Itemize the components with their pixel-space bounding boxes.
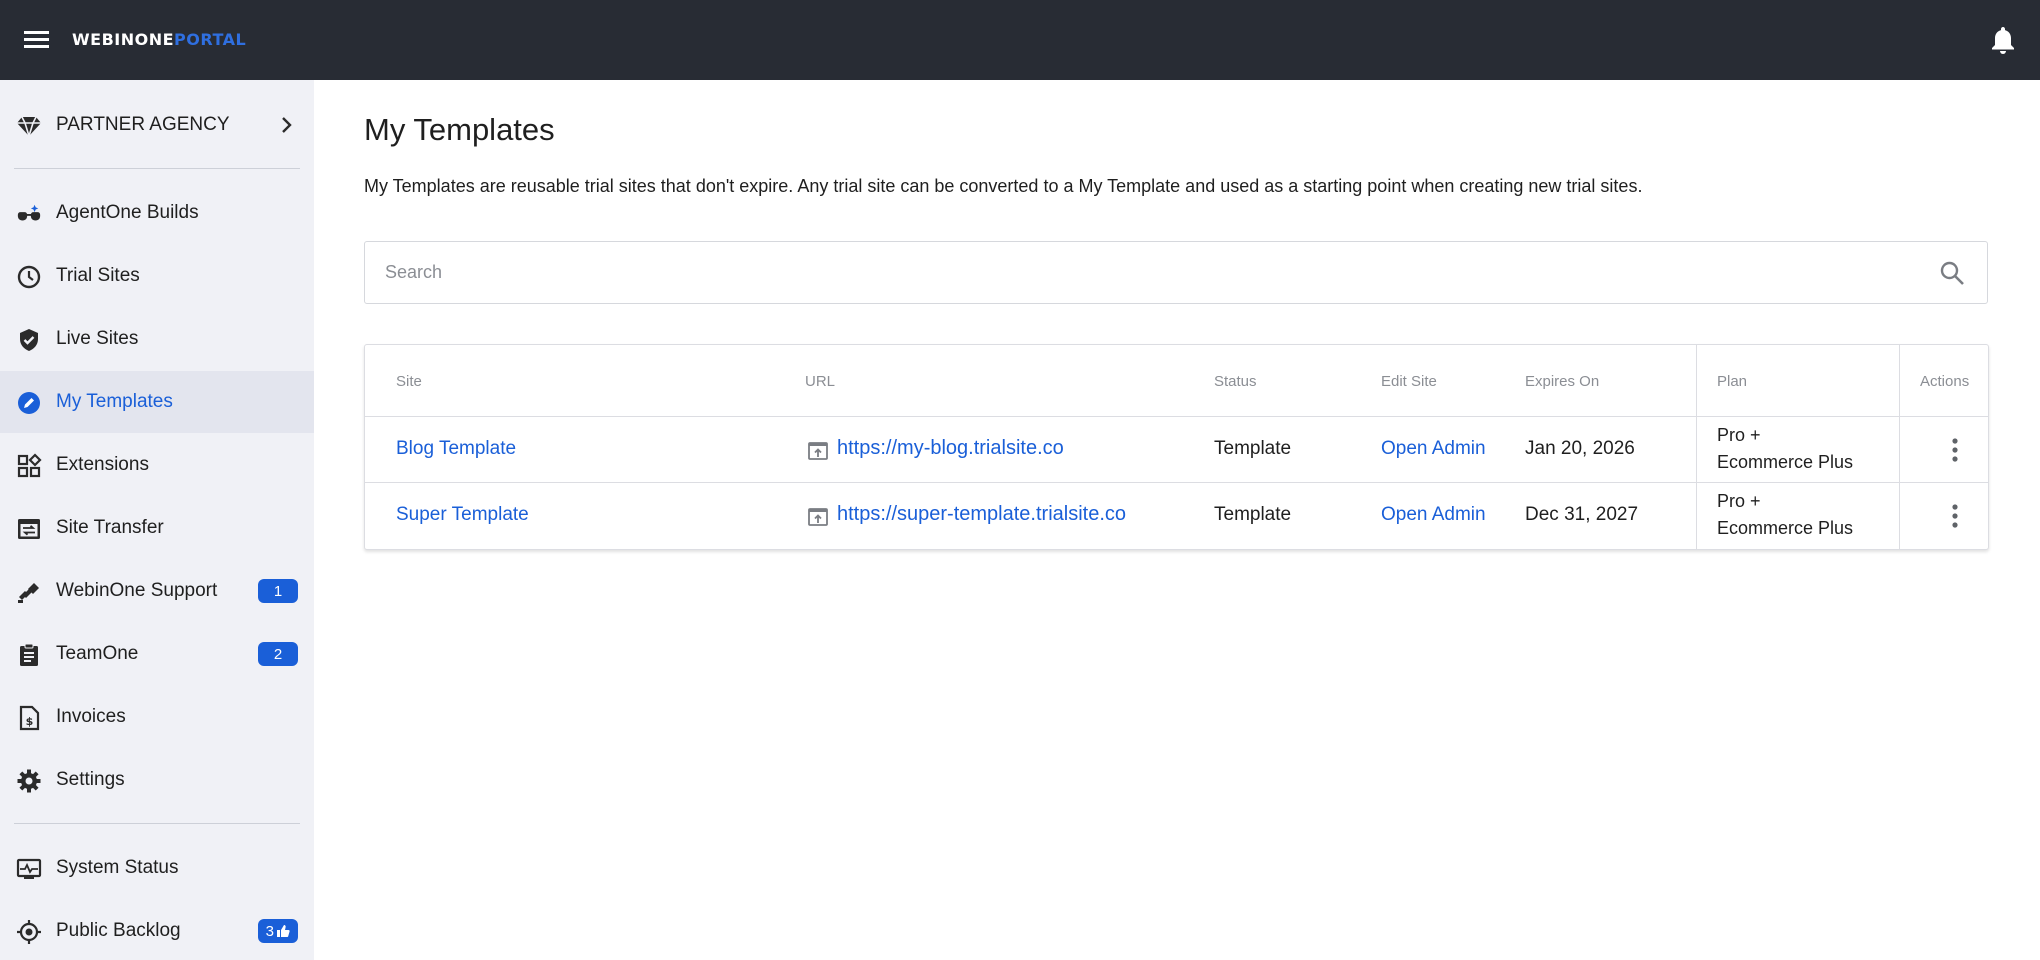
site-name-link[interactable]: Super Template: [396, 504, 529, 526]
column-header-url[interactable]: URL: [805, 373, 835, 390]
sidebar-item-my-templates[interactable]: My Templates: [0, 371, 314, 433]
agent-glasses-icon: [16, 201, 42, 227]
account-switcher[interactable]: PARTNER AGENCY: [0, 94, 314, 156]
hamburger-menu-icon[interactable]: [20, 25, 54, 55]
pencil-circle-icon: [16, 390, 42, 416]
status-value: Template: [1214, 438, 1292, 459]
expires-on-value: Dec 31, 2027: [1525, 504, 1639, 525]
column-header-edit-site[interactable]: Edit Site: [1381, 373, 1437, 390]
support-count-badge: 1: [258, 579, 298, 603]
main-content: My Templates My Templates are reusable t…: [314, 80, 2040, 960]
open-in-new-window-icon[interactable]: [807, 440, 829, 462]
open-admin-link[interactable]: Open Admin: [1381, 438, 1486, 460]
diamond-icon: [16, 113, 42, 139]
sidebar-item-agentone-builds[interactable]: AgentOne Builds: [0, 182, 314, 244]
expires-on-value: Jan 20, 2026: [1525, 438, 1635, 459]
sidebar-item-invoices[interactable]: $ Invoices: [0, 686, 314, 748]
column-divider: [1696, 345, 1697, 549]
header-divider: [365, 416, 1988, 417]
column-header-actions: Actions: [1920, 373, 1970, 390]
row-divider: [365, 482, 1988, 483]
gear-icon: [16, 768, 42, 794]
backlog-count-badge: 3: [257, 919, 298, 943]
search-input[interactable]: [385, 242, 1905, 303]
column-header-plan[interactable]: Plan: [1717, 373, 1747, 390]
target-icon: [16, 919, 42, 945]
top-bar: WEBINONEPORTAL: [0, 0, 2040, 80]
site-url-link[interactable]: https://super-template.trialsite.co: [837, 503, 1126, 526]
clipboard-icon: [16, 642, 42, 668]
sidebar-item-site-transfer[interactable]: Site Transfer: [0, 497, 314, 559]
search-icon[interactable]: [1939, 260, 1965, 286]
brand-logo[interactable]: WEBINONEPORTAL: [72, 30, 246, 49]
chevron-right-icon: [282, 117, 292, 133]
column-header-expires-on[interactable]: Expires On: [1525, 373, 1599, 390]
widgets-icon: [16, 453, 42, 479]
search-box: [364, 241, 1988, 304]
sidebar-item-public-backlog[interactable]: Public Backlog 3: [0, 900, 314, 960]
sidebar-divider: [14, 823, 300, 824]
ticket-icon: [16, 579, 42, 605]
status-value: Template: [1214, 504, 1292, 525]
sidebar-item-teamone[interactable]: TeamOne 2: [0, 623, 314, 685]
svg-text:$: $: [26, 715, 34, 728]
account-name: PARTNER AGENCY: [56, 114, 230, 135]
column-header-status[interactable]: Status: [1214, 373, 1257, 390]
plan-value: Pro + Ecommerce Plus: [1717, 491, 1854, 538]
sidebar-divider: [14, 168, 300, 169]
sidebar-item-settings[interactable]: Settings: [0, 749, 314, 811]
site-url-link[interactable]: https://my-blog.trialsite.co: [837, 437, 1064, 460]
invoice-icon: $: [16, 705, 42, 731]
column-divider: [1899, 345, 1900, 549]
more-actions-icon[interactable]: [1943, 501, 1967, 531]
thumbs-up-icon: [277, 925, 290, 937]
sidebar: PARTNER AGENCY AgentOne Builds Trial Sit…: [0, 80, 314, 960]
clock-icon: [16, 264, 42, 290]
site-name-link[interactable]: Blog Template: [396, 438, 516, 460]
page-description: My Templates are reusable trial sites th…: [364, 176, 1643, 196]
page-title: My Templates: [364, 112, 555, 147]
monitor-pulse-icon: [16, 856, 42, 882]
shield-check-icon: [16, 327, 42, 353]
transfer-icon: [16, 516, 42, 542]
teamone-count-badge: 2: [258, 642, 298, 666]
more-actions-icon[interactable]: [1943, 435, 1967, 465]
plan-value: Pro + Ecommerce Plus: [1717, 425, 1854, 472]
templates-table: Site URL Status Edit Site Expires On Pla…: [364, 344, 1989, 550]
sidebar-item-trial-sites[interactable]: Trial Sites: [0, 245, 314, 307]
sidebar-item-system-status[interactable]: System Status: [0, 837, 314, 899]
column-header-site[interactable]: Site: [396, 373, 422, 390]
sidebar-item-live-sites[interactable]: Live Sites: [0, 308, 314, 370]
open-admin-link[interactable]: Open Admin: [1381, 504, 1486, 526]
sidebar-item-webinone-support[interactable]: WebinOne Support 1: [0, 560, 314, 622]
notification-bell-icon[interactable]: [1988, 24, 2018, 56]
sidebar-item-extensions[interactable]: Extensions: [0, 434, 314, 496]
open-in-new-window-icon[interactable]: [807, 506, 829, 528]
